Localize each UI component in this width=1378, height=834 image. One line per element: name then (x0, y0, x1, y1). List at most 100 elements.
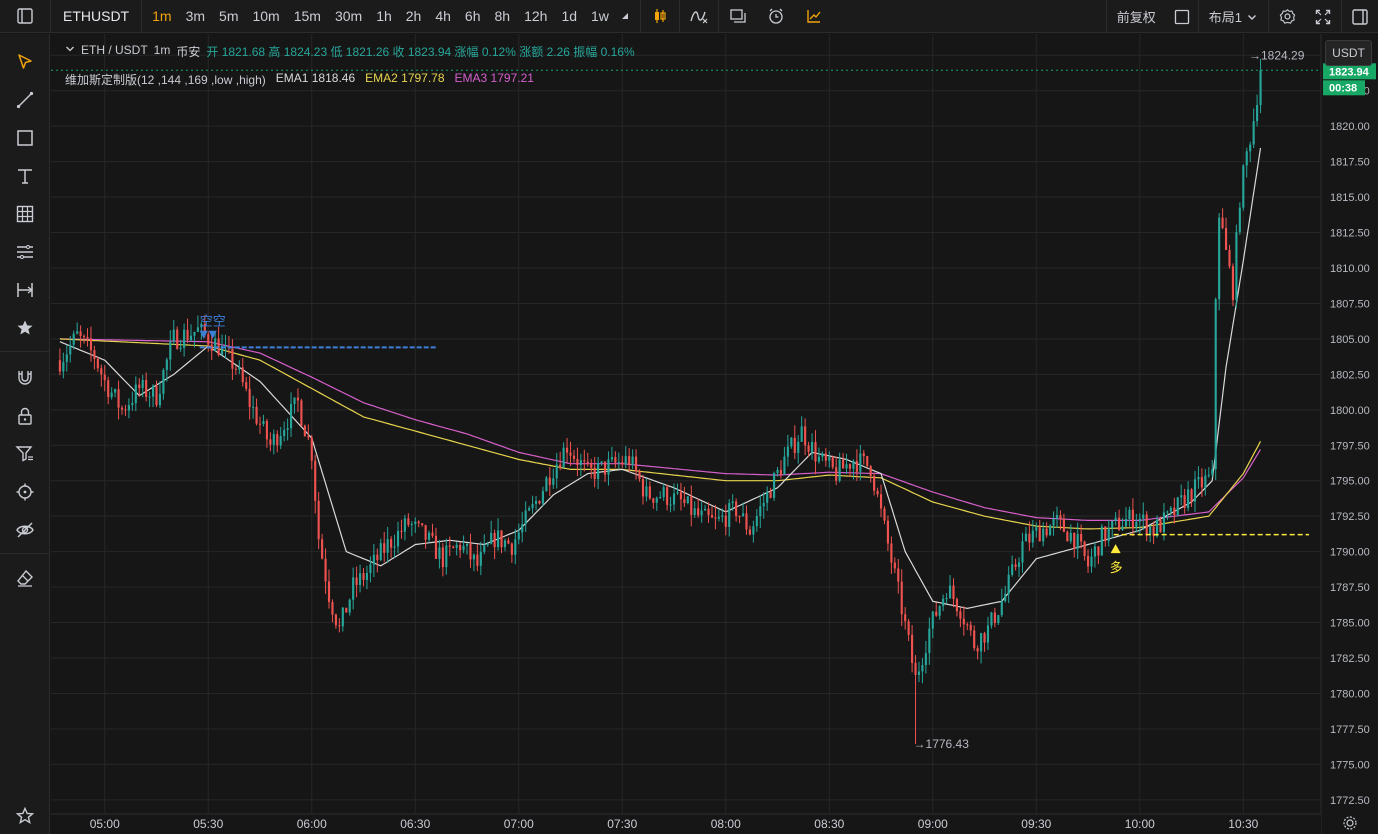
interval-1w[interactable]: 1w (584, 0, 616, 33)
candle-body (572, 455, 576, 459)
candle-body (107, 380, 110, 398)
rectangle-tool[interactable] (10, 123, 40, 153)
eraser-tool[interactable] (10, 563, 40, 593)
price-adjust-button[interactable]: 前复权 (1107, 0, 1166, 33)
y-tick-label: 1775.00 (1330, 759, 1370, 771)
candle-body (904, 614, 907, 622)
candle-body (1017, 562, 1021, 567)
magnet-tool[interactable] (10, 363, 40, 393)
candle-body (724, 515, 727, 528)
interval-5m[interactable]: 5m (212, 0, 245, 33)
fibonacci-tool[interactable] (10, 237, 40, 267)
interval-1h[interactable]: 1h (369, 0, 399, 33)
candle-body (869, 465, 872, 476)
y-tick-label: 1815.00 (1330, 192, 1370, 204)
candle-body (1169, 507, 1172, 512)
alert-button[interactable] (757, 0, 795, 33)
legend-collapse-icon[interactable] (65, 43, 75, 60)
legend-exchange: 币安 (176, 45, 201, 59)
interval-4h[interactable]: 4h (428, 0, 458, 33)
x-tick-label: 10:30 (1228, 817, 1258, 831)
text-tool[interactable] (10, 161, 40, 191)
layout-select-button[interactable]: 布局1 (1199, 0, 1268, 33)
candle-body (690, 496, 693, 515)
candle-body (179, 347, 182, 349)
low-marker-label: →1776.43 (914, 737, 970, 751)
candle-body (1093, 546, 1097, 557)
candle-body (58, 360, 61, 372)
candle-body (293, 397, 296, 404)
interval-12h[interactable]: 12h (517, 0, 554, 33)
candle-body (952, 585, 955, 600)
candle-body (89, 338, 93, 351)
candle-body (365, 573, 369, 580)
candle-body (1176, 497, 1179, 516)
interval-1m[interactable]: 1m (145, 0, 178, 33)
candle-body (72, 333, 75, 345)
right-panel-toggle-button[interactable] (1342, 0, 1378, 33)
candle-body (635, 456, 638, 472)
y-tick-label: 1777.50 (1330, 724, 1370, 736)
y-tick-label: 1807.50 (1330, 298, 1370, 310)
interval-6h[interactable]: 6h (458, 0, 488, 33)
interval-30m[interactable]: 30m (328, 0, 369, 33)
candle-body (655, 497, 658, 503)
eye-off-icon (16, 522, 34, 538)
price-axis[interactable] (1321, 34, 1378, 834)
currency-select-button[interactable]: USDT (1325, 40, 1372, 66)
indicators-button[interactable] (680, 0, 718, 33)
candle-body (921, 665, 924, 672)
interval-1d[interactable]: 1d (554, 0, 584, 33)
chart-area[interactable]: 空空多→1824.29→1776.43 1825.001822.501820.0… (51, 34, 1378, 834)
candle-body (534, 500, 538, 504)
candle-body (842, 459, 845, 469)
x-tick-label: 06:30 (400, 817, 430, 831)
crosshair-tool[interactable] (10, 477, 40, 507)
candle-body (1111, 521, 1114, 528)
favorites-tool[interactable] (10, 313, 40, 343)
compare-button[interactable] (719, 0, 757, 33)
candle-body (248, 388, 251, 407)
price-chart[interactable]: 空空多→1824.29→1776.43 1825.001822.501820.0… (51, 34, 1378, 834)
candle-body (162, 369, 165, 394)
hide-drawings-tool[interactable] (10, 515, 40, 545)
interval-8h[interactable]: 8h (488, 0, 518, 33)
y-tick-label: 1780.00 (1330, 688, 1370, 700)
candle-body (793, 437, 796, 453)
adjust-checkbox[interactable] (1166, 0, 1198, 33)
candle-body (1207, 474, 1210, 476)
sidebar-toggle-button[interactable] (0, 0, 50, 33)
interval-10m[interactable]: 10m (245, 0, 286, 33)
candle-body (1214, 299, 1217, 470)
strategy-button[interactable] (795, 0, 833, 33)
candle-body (100, 368, 103, 375)
candle-body (1042, 528, 1045, 542)
candle-body (1224, 227, 1228, 250)
watchlist-tool[interactable] (10, 801, 40, 831)
measure-tool[interactable] (10, 275, 40, 305)
filter-tool[interactable] (10, 439, 40, 469)
candle-body (638, 471, 641, 480)
settings-button[interactable] (1269, 0, 1305, 33)
candle-body (1121, 526, 1124, 530)
legend-pair: ETH / USDT (81, 43, 148, 57)
interval-2h[interactable]: 2h (399, 0, 429, 33)
fullscreen-button[interactable] (1305, 0, 1341, 33)
interval-3m[interactable]: 3m (179, 0, 212, 33)
candle-type-button[interactable] (641, 0, 679, 33)
cursor-tool[interactable] (10, 47, 40, 77)
candle-body (924, 653, 927, 666)
candle-body (1190, 489, 1193, 502)
candle-body (331, 602, 334, 615)
symbol-search-button[interactable]: ETHUSDT (51, 0, 141, 33)
trend-line-tool[interactable] (10, 85, 40, 115)
interval-dropdown-icon[interactable] (616, 0, 634, 33)
candle-body (631, 456, 634, 466)
candle-body (528, 508, 531, 511)
lock-tool[interactable] (10, 401, 40, 431)
candle-body (610, 457, 613, 460)
indicator-name[interactable]: 维加斯定制版(12 ,144 ,169 ,low ,high) (65, 71, 266, 88)
interval-15m[interactable]: 15m (287, 0, 328, 33)
candle-body (231, 348, 234, 369)
grid-tool[interactable] (10, 199, 40, 229)
